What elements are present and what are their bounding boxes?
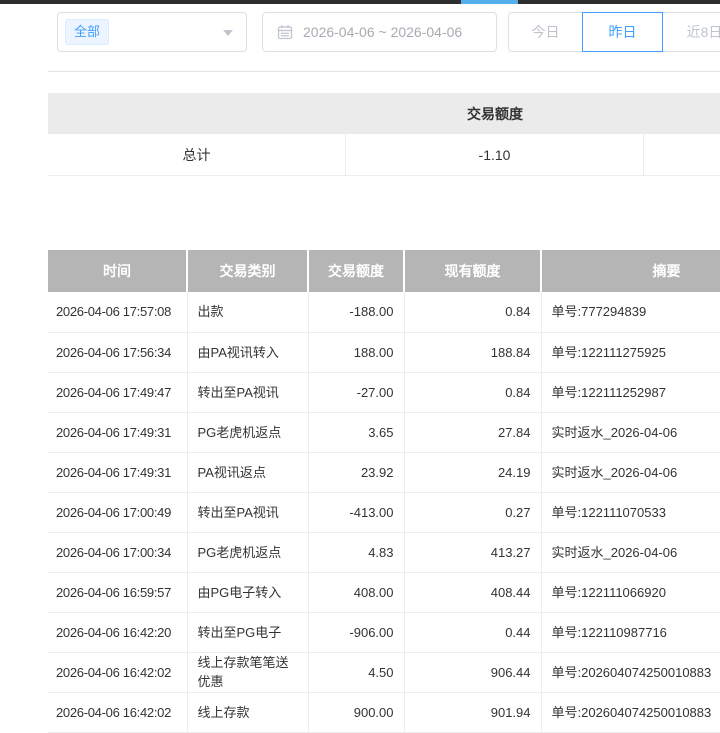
transactions-header-row: 时间 交易类别 交易额度 现有额度 摘要 [48,250,720,292]
cell-amount: 23.92 [308,452,404,492]
cell-amount: 188.00 [308,332,404,372]
cell-time: 2026-04-06 17:49:47 [48,372,187,412]
cell-time: 2026-04-06 16:42:20 [48,612,187,652]
cell-balance: 408.44 [404,572,541,612]
cell-time: 2026-04-06 17:00:34 [48,532,187,572]
cell-time: 2026-04-06 17:57:08 [48,292,187,332]
cell-note: 实时返水_2026-04-06 [541,412,720,452]
cell-amount: 4.50 [308,652,404,692]
transactions-table-wrap: 时间 交易类别 交易额度 现有额度 摘要 2026-04-06 17:57:08… [48,250,720,733]
cell-note: 单号:202604074250010883 [541,652,720,692]
cell-type: 转出至PA视讯 [187,492,308,532]
cell-amount: 3.65 [308,412,404,452]
table-row: 2026-04-06 17:57:08 出款 -188.00 0.84 单号:7… [48,292,720,332]
table-row: 2026-04-06 17:49:47 转出至PA视讯 -27.00 0.84 … [48,372,720,412]
quick-button-yesterday[interactable]: 昨日 [582,12,663,52]
cell-balance: 0.84 [404,292,541,332]
summary-total-value: -1.10 [346,134,644,175]
cell-time: 2026-04-06 16:42:02 [48,692,187,732]
table-row: 2026-04-06 17:49:31 PA视讯返点 23.92 24.19 实… [48,452,720,492]
cell-note: 实时返水_2026-04-06 [541,452,720,492]
cell-balance: 901.94 [404,692,541,732]
transactions-table: 时间 交易类别 交易额度 现有额度 摘要 2026-04-06 17:57:08… [48,250,720,733]
cell-balance: 413.27 [404,532,541,572]
cell-time: 2026-04-06 16:59:57 [48,572,187,612]
cell-time: 2026-04-06 17:49:31 [48,412,187,452]
cell-type: PA视讯返点 [187,452,308,492]
cell-type: 由PA视讯转入 [187,332,308,372]
column-header-balance: 现有额度 [404,250,541,292]
table-row: 2026-04-06 17:00:34 PG老虎机返点 4.83 413.27 … [48,532,720,572]
cell-balance: 0.44 [404,612,541,652]
quick-button-last8days[interactable]: 近8日 [662,12,720,52]
quick-button-today[interactable]: 今日 [508,12,583,52]
cell-time: 2026-04-06 16:42:02 [48,652,187,692]
cell-amount: -413.00 [308,492,404,532]
cell-type: 由PG电子转入 [187,572,308,612]
summary-header-amount: 交易额度 [346,93,644,134]
cell-amount: -188.00 [308,292,404,332]
cell-balance: 27.84 [404,412,541,452]
table-row: 2026-04-06 16:42:02 线上存款 900.00 901.94 单… [48,692,720,732]
summary-table: 交易额度 总计 -1.10 [48,93,720,176]
cell-amount: 408.00 [308,572,404,612]
cell-type: 转出至PA视讯 [187,372,308,412]
cell-note: 单号:122111252987 [541,372,720,412]
chevron-down-icon [223,30,233,36]
column-header-time: 时间 [48,250,187,292]
summary-total-row: 总计 -1.10 [48,134,720,176]
cell-amount: -906.00 [308,612,404,652]
cell-time: 2026-04-06 17:56:34 [48,332,187,372]
cell-balance: 188.84 [404,332,541,372]
summary-total-label: 总计 [48,134,346,175]
table-row: 2026-04-06 17:49:31 PG老虎机返点 3.65 27.84 实… [48,412,720,452]
cell-type: 出款 [187,292,308,332]
date-range-picker[interactable]: 2026-04-06 ~ 2026-04-06 [262,12,497,52]
column-header-note: 摘要 [541,250,720,292]
selected-type-tag[interactable]: 全部 [65,19,109,45]
filter-divider [48,71,720,72]
cell-type: PG老虎机返点 [187,532,308,572]
summary-header-blank [48,93,346,134]
cell-note: 单号:122111066920 [541,572,720,612]
cell-type: 线上存款笔笔送优惠 [187,652,308,692]
column-header-type: 交易类别 [187,250,308,292]
browser-tab-strip [0,0,720,4]
cell-type: 转出至PG电子 [187,612,308,652]
transaction-type-select[interactable]: 全部 [57,12,247,52]
active-tab-indicator[interactable] [461,0,518,4]
cell-type: PG老虎机返点 [187,412,308,452]
table-row: 2026-04-06 16:42:02 线上存款笔笔送优惠 4.50 906.4… [48,652,720,692]
cell-note: 单号:122111070533 [541,492,720,532]
table-row: 2026-04-06 16:42:20 转出至PG电子 -906.00 0.44… [48,612,720,652]
cell-type: 线上存款 [187,692,308,732]
cell-time: 2026-04-06 17:00:49 [48,492,187,532]
transactions-body: 2026-04-06 17:57:08 出款 -188.00 0.84 单号:7… [48,292,720,732]
cell-balance: 906.44 [404,652,541,692]
cell-note: 实时返水_2026-04-06 [541,532,720,572]
cell-note: 单号:122111275925 [541,332,720,372]
summary-header-blank2 [644,93,720,134]
cell-amount: 4.83 [308,532,404,572]
cell-balance: 24.19 [404,452,541,492]
cell-time: 2026-04-06 17:49:31 [48,452,187,492]
date-range-value: 2026-04-06 ~ 2026-04-06 [303,13,462,51]
cell-balance: 0.27 [404,492,541,532]
cell-note: 单号:777294839 [541,292,720,332]
cell-amount: 900.00 [308,692,404,732]
table-row: 2026-04-06 17:56:34 由PA视讯转入 188.00 188.8… [48,332,720,372]
cell-balance: 0.84 [404,372,541,412]
cell-amount: -27.00 [308,372,404,412]
summary-header-row: 交易额度 [48,93,720,134]
table-row: 2026-04-06 17:00:49 转出至PA视讯 -413.00 0.27… [48,492,720,532]
table-row: 2026-04-06 16:59:57 由PG电子转入 408.00 408.4… [48,572,720,612]
calendar-icon [277,24,293,40]
cell-note: 单号:122110987716 [541,612,720,652]
cell-note: 单号:202604074250010883 [541,692,720,732]
summary-total-blank [644,134,720,175]
quick-range-buttons: 今日 昨日 近8日 [508,12,720,52]
column-header-amount: 交易额度 [308,250,404,292]
